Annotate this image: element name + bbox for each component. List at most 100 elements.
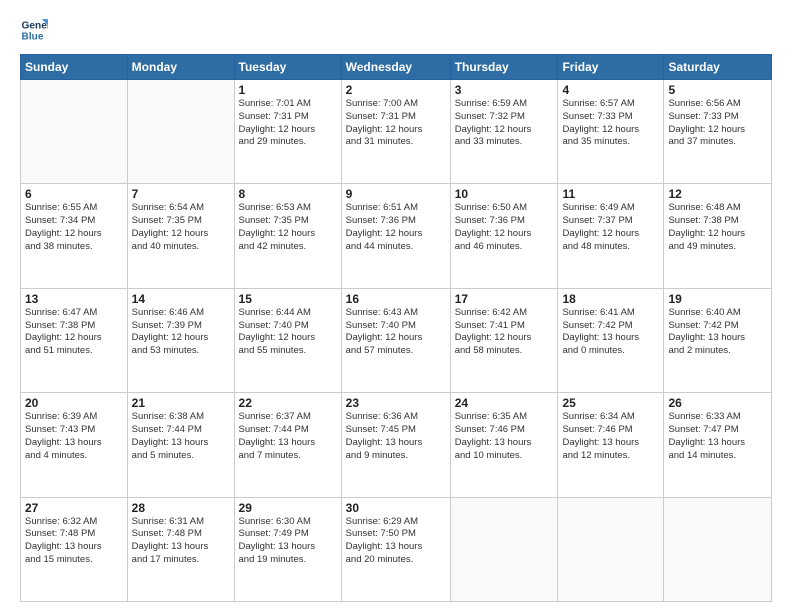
day-cell: 30Sunrise: 6:29 AM Sunset: 7:50 PM Dayli… xyxy=(341,497,450,601)
col-wednesday: Wednesday xyxy=(341,55,450,80)
day-info: Sunrise: 6:53 AM Sunset: 7:35 PM Dayligh… xyxy=(239,202,337,253)
day-cell: 13Sunrise: 6:47 AM Sunset: 7:38 PM Dayli… xyxy=(21,288,128,392)
day-cell: 9Sunrise: 6:51 AM Sunset: 7:36 PM Daylig… xyxy=(341,184,450,288)
day-info: Sunrise: 6:29 AM Sunset: 7:50 PM Dayligh… xyxy=(346,516,446,567)
col-thursday: Thursday xyxy=(450,55,558,80)
week-row-5: 27Sunrise: 6:32 AM Sunset: 7:48 PM Dayli… xyxy=(21,497,772,601)
day-number: 13 xyxy=(25,292,123,306)
day-cell: 1Sunrise: 7:01 AM Sunset: 7:31 PM Daylig… xyxy=(234,80,341,184)
day-cell: 15Sunrise: 6:44 AM Sunset: 7:40 PM Dayli… xyxy=(234,288,341,392)
day-number: 9 xyxy=(346,187,446,201)
week-row-2: 6Sunrise: 6:55 AM Sunset: 7:34 PM Daylig… xyxy=(21,184,772,288)
day-cell: 26Sunrise: 6:33 AM Sunset: 7:47 PM Dayli… xyxy=(664,393,772,497)
day-number: 25 xyxy=(562,396,659,410)
day-info: Sunrise: 6:57 AM Sunset: 7:33 PM Dayligh… xyxy=(562,98,659,149)
day-info: Sunrise: 6:30 AM Sunset: 7:49 PM Dayligh… xyxy=(239,516,337,567)
day-info: Sunrise: 6:44 AM Sunset: 7:40 PM Dayligh… xyxy=(239,307,337,358)
day-number: 15 xyxy=(239,292,337,306)
day-number: 14 xyxy=(132,292,230,306)
day-cell: 22Sunrise: 6:37 AM Sunset: 7:44 PM Dayli… xyxy=(234,393,341,497)
logo: General Blue xyxy=(20,16,52,44)
day-number: 29 xyxy=(239,501,337,515)
col-monday: Monday xyxy=(127,55,234,80)
day-info: Sunrise: 6:54 AM Sunset: 7:35 PM Dayligh… xyxy=(132,202,230,253)
col-tuesday: Tuesday xyxy=(234,55,341,80)
day-cell: 6Sunrise: 6:55 AM Sunset: 7:34 PM Daylig… xyxy=(21,184,128,288)
day-cell: 14Sunrise: 6:46 AM Sunset: 7:39 PM Dayli… xyxy=(127,288,234,392)
day-number: 6 xyxy=(25,187,123,201)
day-number: 11 xyxy=(562,187,659,201)
day-info: Sunrise: 6:34 AM Sunset: 7:46 PM Dayligh… xyxy=(562,411,659,462)
day-number: 26 xyxy=(668,396,767,410)
day-cell: 2Sunrise: 7:00 AM Sunset: 7:31 PM Daylig… xyxy=(341,80,450,184)
day-info: Sunrise: 6:47 AM Sunset: 7:38 PM Dayligh… xyxy=(25,307,123,358)
day-number: 7 xyxy=(132,187,230,201)
day-info: Sunrise: 6:46 AM Sunset: 7:39 PM Dayligh… xyxy=(132,307,230,358)
day-info: Sunrise: 6:33 AM Sunset: 7:47 PM Dayligh… xyxy=(668,411,767,462)
day-number: 21 xyxy=(132,396,230,410)
day-number: 19 xyxy=(668,292,767,306)
logo-icon: General Blue xyxy=(20,16,48,44)
day-info: Sunrise: 6:51 AM Sunset: 7:36 PM Dayligh… xyxy=(346,202,446,253)
day-cell: 11Sunrise: 6:49 AM Sunset: 7:37 PM Dayli… xyxy=(558,184,664,288)
day-cell xyxy=(450,497,558,601)
day-number: 22 xyxy=(239,396,337,410)
col-sunday: Sunday xyxy=(21,55,128,80)
day-cell xyxy=(558,497,664,601)
day-number: 24 xyxy=(455,396,554,410)
day-info: Sunrise: 6:39 AM Sunset: 7:43 PM Dayligh… xyxy=(25,411,123,462)
day-number: 28 xyxy=(132,501,230,515)
day-info: Sunrise: 6:40 AM Sunset: 7:42 PM Dayligh… xyxy=(668,307,767,358)
day-cell xyxy=(21,80,128,184)
day-number: 23 xyxy=(346,396,446,410)
week-row-3: 13Sunrise: 6:47 AM Sunset: 7:38 PM Dayli… xyxy=(21,288,772,392)
day-cell: 29Sunrise: 6:30 AM Sunset: 7:49 PM Dayli… xyxy=(234,497,341,601)
day-cell: 3Sunrise: 6:59 AM Sunset: 7:32 PM Daylig… xyxy=(450,80,558,184)
day-cell: 27Sunrise: 6:32 AM Sunset: 7:48 PM Dayli… xyxy=(21,497,128,601)
day-info: Sunrise: 7:00 AM Sunset: 7:31 PM Dayligh… xyxy=(346,98,446,149)
day-cell: 8Sunrise: 6:53 AM Sunset: 7:35 PM Daylig… xyxy=(234,184,341,288)
day-number: 16 xyxy=(346,292,446,306)
day-cell: 4Sunrise: 6:57 AM Sunset: 7:33 PM Daylig… xyxy=(558,80,664,184)
day-cell: 17Sunrise: 6:42 AM Sunset: 7:41 PM Dayli… xyxy=(450,288,558,392)
week-row-1: 1Sunrise: 7:01 AM Sunset: 7:31 PM Daylig… xyxy=(21,80,772,184)
day-info: Sunrise: 6:38 AM Sunset: 7:44 PM Dayligh… xyxy=(132,411,230,462)
day-info: Sunrise: 6:50 AM Sunset: 7:36 PM Dayligh… xyxy=(455,202,554,253)
day-cell: 7Sunrise: 6:54 AM Sunset: 7:35 PM Daylig… xyxy=(127,184,234,288)
day-cell xyxy=(127,80,234,184)
day-number: 17 xyxy=(455,292,554,306)
day-number: 5 xyxy=(668,83,767,97)
day-number: 4 xyxy=(562,83,659,97)
day-number: 10 xyxy=(455,187,554,201)
day-cell: 28Sunrise: 6:31 AM Sunset: 7:48 PM Dayli… xyxy=(127,497,234,601)
day-info: Sunrise: 6:31 AM Sunset: 7:48 PM Dayligh… xyxy=(132,516,230,567)
calendar-header-row: Sunday Monday Tuesday Wednesday Thursday… xyxy=(21,55,772,80)
col-friday: Friday xyxy=(558,55,664,80)
col-saturday: Saturday xyxy=(664,55,772,80)
day-number: 8 xyxy=(239,187,337,201)
day-info: Sunrise: 6:42 AM Sunset: 7:41 PM Dayligh… xyxy=(455,307,554,358)
day-info: Sunrise: 6:36 AM Sunset: 7:45 PM Dayligh… xyxy=(346,411,446,462)
day-cell: 23Sunrise: 6:36 AM Sunset: 7:45 PM Dayli… xyxy=(341,393,450,497)
day-info: Sunrise: 6:32 AM Sunset: 7:48 PM Dayligh… xyxy=(25,516,123,567)
week-row-4: 20Sunrise: 6:39 AM Sunset: 7:43 PM Dayli… xyxy=(21,393,772,497)
day-number: 30 xyxy=(346,501,446,515)
day-info: Sunrise: 6:56 AM Sunset: 7:33 PM Dayligh… xyxy=(668,98,767,149)
day-number: 12 xyxy=(668,187,767,201)
day-info: Sunrise: 6:55 AM Sunset: 7:34 PM Dayligh… xyxy=(25,202,123,253)
day-cell: 20Sunrise: 6:39 AM Sunset: 7:43 PM Dayli… xyxy=(21,393,128,497)
day-info: Sunrise: 6:59 AM Sunset: 7:32 PM Dayligh… xyxy=(455,98,554,149)
day-cell: 24Sunrise: 6:35 AM Sunset: 7:46 PM Dayli… xyxy=(450,393,558,497)
svg-text:General: General xyxy=(22,20,48,31)
day-number: 27 xyxy=(25,501,123,515)
day-info: Sunrise: 6:35 AM Sunset: 7:46 PM Dayligh… xyxy=(455,411,554,462)
day-info: Sunrise: 6:41 AM Sunset: 7:42 PM Dayligh… xyxy=(562,307,659,358)
day-info: Sunrise: 7:01 AM Sunset: 7:31 PM Dayligh… xyxy=(239,98,337,149)
day-cell: 10Sunrise: 6:50 AM Sunset: 7:36 PM Dayli… xyxy=(450,184,558,288)
day-cell xyxy=(664,497,772,601)
day-cell: 21Sunrise: 6:38 AM Sunset: 7:44 PM Dayli… xyxy=(127,393,234,497)
day-cell: 18Sunrise: 6:41 AM Sunset: 7:42 PM Dayli… xyxy=(558,288,664,392)
calendar-table: Sunday Monday Tuesday Wednesday Thursday… xyxy=(20,54,772,602)
day-number: 1 xyxy=(239,83,337,97)
day-info: Sunrise: 6:43 AM Sunset: 7:40 PM Dayligh… xyxy=(346,307,446,358)
